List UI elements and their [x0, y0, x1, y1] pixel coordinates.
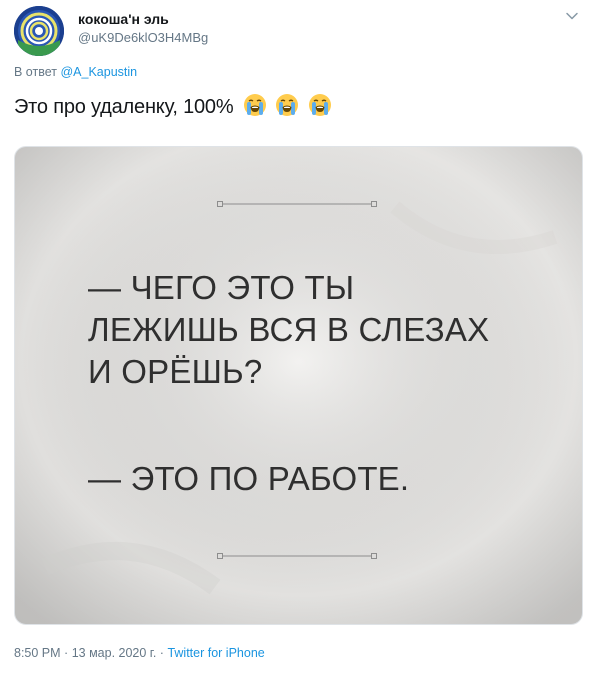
chevron-down-icon[interactable]	[564, 8, 580, 24]
tweet-date[interactable]: 13 мар. 2020 г.	[72, 646, 157, 660]
tweet-text: Это про удаленку, 100%	[14, 93, 335, 123]
image-question-line: И ОРЁШЬ?	[88, 353, 263, 390]
avatar-image	[14, 6, 64, 56]
tweet-footer: 8:50 PM · 13 мар. 2020 г. · Twitter for …	[14, 646, 265, 660]
separator: ·	[159, 646, 164, 660]
reply-to-link[interactable]: @A_Kapustin	[60, 65, 137, 79]
reply-prefix: В ответ	[14, 65, 57, 79]
author-name[interactable]: кокоша'н эль	[78, 11, 169, 27]
author-handle[interactable]: @uK9De6klO3H4MBg	[78, 30, 208, 45]
loudly-crying-face-icon	[308, 94, 331, 116]
image-question-line: — ЧЕГО ЭТО ТЫ	[88, 269, 355, 306]
tweet-image[interactable]: — ЧЕГО ЭТО ТЫ ЛЕЖИШЬ ВСЯ В СЛЕЗАХ И ОРЁШ…	[14, 146, 583, 625]
tweet-body: Это про удаленку, 100%	[14, 96, 234, 118]
tweet-source-link[interactable]: Twitter for iPhone	[167, 646, 264, 660]
image-question-line: ЛЕЖИШЬ ВСЯ В СЛЕЗАХ	[88, 311, 490, 348]
image-question: — ЧЕГО ЭТО ТЫ ЛЕЖИШЬ ВСЯ В СЛЕЗАХ И ОРЁШ…	[88, 267, 489, 393]
loudly-crying-face-icon	[243, 94, 266, 116]
emoji-row	[243, 93, 335, 123]
reply-context: В ответ @A_Kapustin	[14, 65, 137, 79]
decorative-divider-top	[217, 201, 377, 207]
image-answer: — ЭТО ПО РАБОТЕ.	[88, 460, 410, 497]
avatar[interactable]	[14, 6, 64, 56]
separator: ·	[64, 646, 69, 660]
loudly-crying-face-icon	[276, 94, 299, 116]
decorative-divider-bottom	[217, 553, 377, 559]
tweet-time[interactable]: 8:50 PM	[14, 646, 61, 660]
